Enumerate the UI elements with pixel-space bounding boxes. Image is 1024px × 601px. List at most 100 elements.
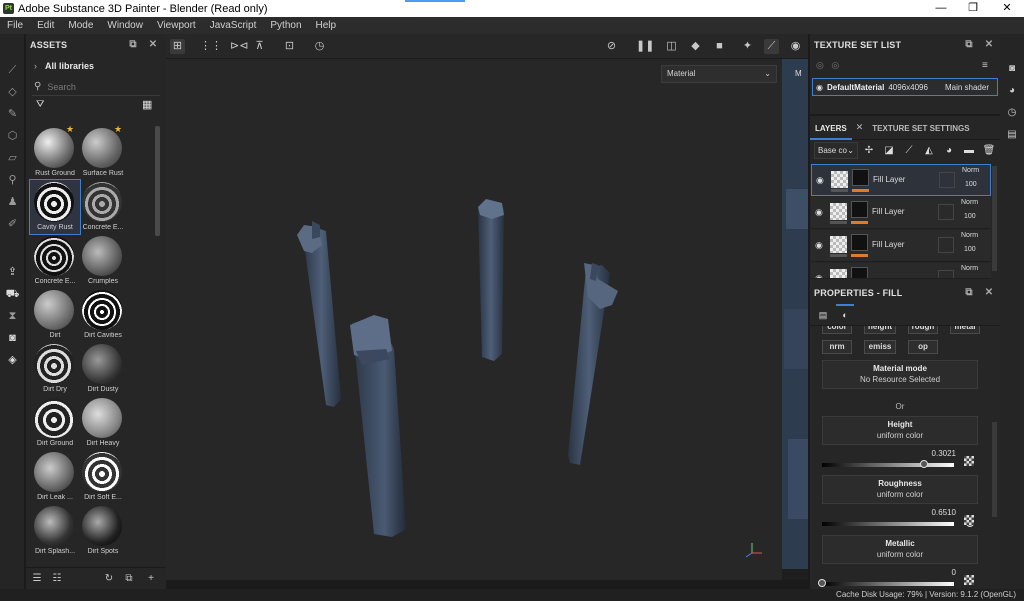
asset-tile[interactable]: Dirt Spots: [78, 504, 128, 558]
layer-opacity[interactable]: 100: [965, 181, 977, 188]
eye-icon[interactable]: ◉: [815, 273, 823, 278]
clone-icon[interactable]: ⚲: [4, 172, 21, 189]
smudge-icon[interactable]: ▱: [4, 150, 21, 167]
menu-window[interactable]: Window: [100, 17, 150, 34]
layer-opacity[interactable]: 100: [964, 246, 976, 253]
eye-icon[interactable]: ◉: [816, 83, 823, 92]
filter-icon[interactable]: ⛛: [36, 99, 44, 110]
maximize-button[interactable]: ❐: [956, 0, 990, 17]
paint-mode-icon[interactable]: ⟋: [764, 39, 779, 54]
bake-icon[interactable]: ◙: [4, 330, 21, 347]
fill-settings-icon[interactable]: ▤: [814, 307, 832, 323]
chip-nrm[interactable]: nrm: [822, 340, 852, 354]
chip-metal[interactable]: metal: [950, 326, 980, 334]
minimize-button[interactable]: —: [924, 0, 958, 17]
menu-python[interactable]: Python: [263, 17, 308, 34]
layer-swatch[interactable]: [938, 270, 954, 278]
eye-icon[interactable]: ◉: [815, 240, 823, 251]
export-icon[interactable]: ⇪: [4, 264, 21, 281]
history-icon[interactable]: ◷: [312, 39, 327, 54]
camera-video-icon[interactable]: ■: [712, 39, 727, 54]
menu-javascript[interactable]: JavaScript: [203, 17, 264, 34]
assets-scrollbar[interactable]: [155, 126, 160, 236]
roughness-slider[interactable]: [822, 519, 974, 527]
smart-material-icon[interactable]: ◕: [942, 144, 956, 158]
fill-layer-icon[interactable]: ◭: [922, 144, 936, 158]
viewport-mode-dropdown[interactable]: Material ⌄: [661, 65, 777, 83]
projection-icon[interactable]: ✎: [4, 106, 21, 123]
eraser-icon[interactable]: ◇: [4, 84, 21, 101]
effects-icon[interactable]: ✢: [862, 144, 876, 158]
new-window-icon[interactable]: ⧉: [122, 572, 136, 586]
stamp-icon[interactable]: ♟: [4, 194, 21, 211]
metallic-picker-icon[interactable]: [964, 575, 974, 585]
mask-icon[interactable]: ◪: [882, 144, 896, 158]
asset-tile[interactable]: Crumples: [78, 234, 128, 288]
close-tab-icon[interactable]: ✕: [856, 122, 864, 133]
star-icon[interactable]: ★: [114, 124, 122, 135]
height-box[interactable]: Height uniform color: [822, 416, 978, 445]
metallic-box[interactable]: Metallic uniform color: [822, 535, 978, 564]
viewport-3d[interactable]: Material ⌄: [166, 59, 782, 580]
slider-knob[interactable]: [920, 460, 928, 468]
close-panel-icon[interactable]: ✕: [982, 286, 996, 300]
chip-height[interactable]: height: [864, 326, 896, 334]
close-panel-icon[interactable]: ✕: [146, 38, 160, 52]
asset-tile[interactable]: ★ Surface Rust: [78, 124, 128, 180]
display-settings-icon[interactable]: ◈: [4, 352, 21, 369]
star-icon[interactable]: ★: [66, 124, 74, 135]
slider-knob[interactable]: [818, 579, 826, 587]
list-view-icon[interactable]: ☰: [30, 572, 44, 586]
hide-icon[interactable]: ⊘: [604, 39, 619, 54]
symmetry-x-icon[interactable]: ⊳⊲: [230, 39, 248, 54]
layer-mask-thumbnail[interactable]: [851, 234, 868, 251]
blend-mode[interactable]: Norm: [961, 265, 978, 272]
light-icon[interactable]: ✦: [740, 39, 755, 54]
asset-tile[interactable]: Dirt Soft E...: [78, 450, 128, 504]
layer-row[interactable]: ◉ Norm: [811, 263, 991, 279]
layer-mask-thumbnail[interactable]: [851, 267, 868, 278]
asset-tile[interactable]: Dirt Dry: [30, 342, 80, 396]
delete-icon[interactable]: 🗑: [982, 144, 996, 158]
layer-swatch[interactable]: [939, 172, 955, 188]
all-libraries[interactable]: › All libraries: [26, 56, 166, 76]
menu-file[interactable]: File: [0, 17, 30, 34]
tab-layers[interactable]: LAYERS: [810, 116, 852, 140]
search-input[interactable]: ⚲ Search: [32, 78, 160, 96]
add-frame-icon[interactable]: ⊡: [282, 39, 297, 54]
float-panel-icon[interactable]: ⧉: [126, 38, 140, 52]
paint-brush-icon[interactable]: ⟋: [4, 62, 21, 79]
roughness-picker-icon[interactable]: [964, 515, 974, 525]
split-view-icon[interactable]: ◫: [664, 39, 679, 54]
layer-row[interactable]: ◉ Fill Layer Norm 100: [811, 230, 991, 262]
asset-tile[interactable]: Concrete E...: [78, 180, 128, 234]
shader-icon[interactable]: ◕: [1005, 84, 1019, 98]
list-detail-icon[interactable]: ☷: [50, 572, 64, 586]
asset-tile[interactable]: Dirt Cavities: [78, 288, 128, 342]
menu-viewport[interactable]: Viewport: [150, 17, 203, 34]
pause-icon[interactable]: ❚❚: [636, 39, 654, 54]
float-panel-icon[interactable]: ⧉: [962, 38, 976, 52]
layer-row[interactable]: ◉ Fill Layer Norm 100: [811, 197, 991, 229]
roughness-box[interactable]: Roughness uniform color: [822, 475, 978, 504]
layer-swatch[interactable]: [938, 204, 954, 220]
asset-tile[interactable]: ★ Rust Ground: [30, 124, 80, 180]
menu-edit[interactable]: Edit: [30, 17, 61, 34]
screenshot-icon[interactable]: ◉: [788, 39, 803, 54]
height-value[interactable]: 0.3021: [920, 449, 956, 458]
texture-set-row[interactable]: ◉ DefaultMaterial 4096x4096 Main shader: [812, 78, 998, 96]
texture-set-shader[interactable]: Main shader: [945, 83, 989, 92]
layer-opacity[interactable]: 100: [964, 213, 976, 220]
hourglass-icon[interactable]: ⧗: [4, 308, 21, 325]
eye-icon[interactable]: ◉: [815, 207, 823, 218]
asset-tile[interactable]: Dirt Heavy: [78, 396, 128, 450]
layer-mask-thumbnail[interactable]: [851, 201, 868, 218]
channel-dropdown[interactable]: Base co ⌄: [814, 142, 858, 159]
menu-help[interactable]: Help: [309, 17, 344, 34]
uv-view-strip[interactable]: M: [782, 59, 808, 580]
uv-mode-button[interactable]: M: [795, 69, 802, 78]
display-icon[interactable]: ◙: [1005, 62, 1019, 76]
asset-tile[interactable]: Dirt Splash...: [30, 504, 80, 558]
frame-icon[interactable]: ⊞: [170, 39, 185, 54]
menu-icon[interactable]: ≡: [982, 60, 988, 71]
